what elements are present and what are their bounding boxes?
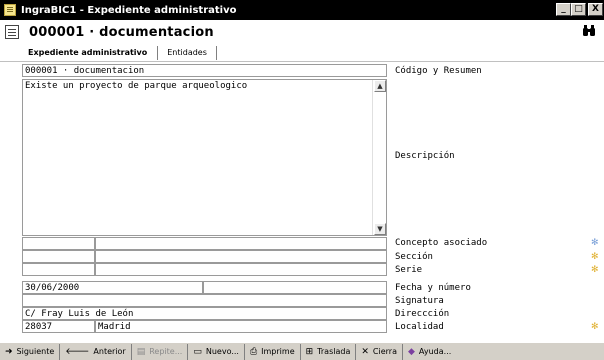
serie-code-field[interactable] <box>22 263 95 276</box>
arrow-left-icon: 🡐 <box>65 347 90 357</box>
localidad-field[interactable]: Madrid <box>95 320 387 333</box>
window-controls: _ □ X <box>556 3 603 16</box>
concepto-code-field[interactable] <box>22 237 95 250</box>
tab-entidades[interactable]: Entidades <box>157 45 217 60</box>
signatura-label: Signatura <box>395 296 444 306</box>
tab-expediente[interactable]: Expediente administrativo <box>22 46 153 60</box>
scroll-up-icon[interactable]: ▲ <box>374 80 386 92</box>
record-title: 000001 · documentacion <box>29 24 214 40</box>
nuevo-button[interactable]: ▭ Nuevo... <box>188 343 245 360</box>
cierra-button[interactable]: ✕ Cierra <box>356 343 403 360</box>
anterior-label: Anterior <box>93 347 126 356</box>
move-icon: ⊞ <box>305 346 314 357</box>
printer-icon: ⎙ <box>249 346 258 357</box>
close-button[interactable]: X <box>588 3 603 16</box>
direccion-field[interactable]: C/ Fray Luis de León <box>22 307 387 320</box>
descripcion-textarea[interactable]: Existe un proyecto de parque arqueologic… <box>22 79 387 236</box>
traslada-button[interactable]: ⊞ Traslada <box>301 343 357 360</box>
nuevo-label: Nuevo... <box>205 347 239 356</box>
seccion-name-field[interactable] <box>95 250 387 263</box>
imprime-button[interactable]: ⎙ Imprime <box>245 343 301 360</box>
bottom-toolbar: ➜ Siguiente 🡐 Anterior ▤ Repite... ▭ Nue… <box>0 342 604 360</box>
imprime-label: Imprime <box>261 347 295 356</box>
localidad-label: Localidad <box>395 322 444 332</box>
minimize-button[interactable]: _ <box>556 3 571 16</box>
help-book-icon: ◆ <box>407 346 415 357</box>
direccion-label: Direccción <box>395 309 450 319</box>
signatura-field[interactable] <box>22 294 387 307</box>
seccion-code-field[interactable] <box>22 250 95 263</box>
cierra-label: Cierra <box>372 347 397 356</box>
descripcion-scrollbar[interactable]: ▲ ▼ <box>372 80 386 235</box>
codigo-resumen-field[interactable]: 000001 · documentacion <box>22 64 387 77</box>
cp-field[interactable]: 28037 <box>22 320 95 333</box>
new-icon: ▭ <box>193 346 202 357</box>
descripcion-text: Existe un proyecto de parque arqueologic… <box>25 81 248 91</box>
record-header: 000001 · documentacion <box>0 20 604 44</box>
repite-label: Repite... <box>149 347 183 356</box>
siguiente-label: Siguiente <box>16 347 55 356</box>
fecha-field[interactable]: 30/06/2000 <box>22 281 203 294</box>
required-star-icon[interactable]: ✻ <box>591 321 599 333</box>
ayuda-label: Ayuda... <box>418 347 452 356</box>
window-title: IngraBIC1 - Expediente administrativo <box>21 4 237 16</box>
required-star-icon[interactable]: ✻ <box>591 264 599 276</box>
tab-bar: Expediente administrativo Entidades <box>0 44 604 62</box>
close-x-icon: ✕ <box>361 346 369 357</box>
required-star-icon[interactable]: ✻ <box>591 251 599 263</box>
serie-name-field[interactable] <box>95 263 387 276</box>
link-star-icon[interactable]: ✻ <box>591 237 599 249</box>
codigo-resumen-label: Código y Resumen <box>395 66 482 76</box>
concepto-label: Concepto asociado <box>395 238 488 248</box>
document-icon <box>5 25 19 39</box>
serie-label: Serie <box>395 265 423 275</box>
arrow-right-icon: ➜ <box>5 346 13 357</box>
ayuda-button[interactable]: ◆ Ayuda... <box>403 344 456 360</box>
traslada-label: Traslada <box>317 347 351 356</box>
app-icon <box>4 4 16 16</box>
seccion-label: Sección <box>395 252 433 262</box>
repeat-icon: ▤ <box>136 346 146 357</box>
window-titlebar: IngraBIC1 - Expediente administrativo _ … <box>0 0 604 20</box>
binoculars-icon[interactable] <box>582 25 596 40</box>
anterior-button[interactable]: 🡐 Anterior <box>60 343 132 360</box>
siguiente-button[interactable]: ➜ Siguiente <box>0 343 61 360</box>
scroll-down-icon[interactable]: ▼ <box>374 223 386 235</box>
maximize-button[interactable]: □ <box>571 3 586 16</box>
fecha-label: Fecha y número <box>395 283 471 293</box>
numero-field[interactable] <box>203 281 387 294</box>
repite-button[interactable]: ▤ Repite... <box>132 343 189 360</box>
concepto-name-field[interactable] <box>95 237 387 250</box>
descripcion-label: Descripción <box>395 151 455 161</box>
